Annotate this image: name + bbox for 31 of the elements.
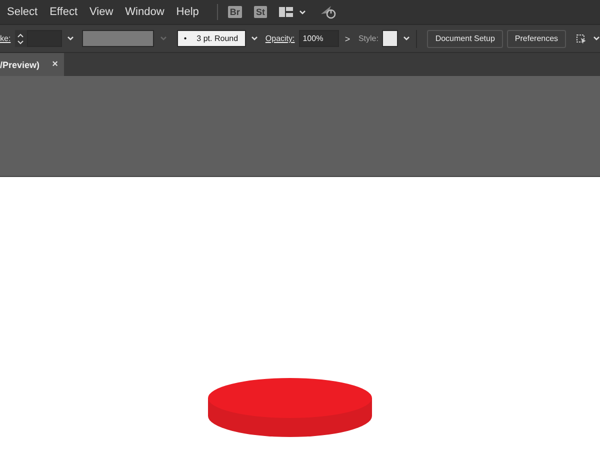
caret-icon: [298, 10, 306, 14]
menu-item[interactable]: View: [90, 6, 114, 18]
transform-icon[interactable]: [574, 32, 587, 44]
menu-item[interactable]: Effect: [50, 6, 78, 18]
menu-item[interactable]: Select: [7, 6, 38, 18]
app-button[interactable]: St: [254, 6, 267, 18]
brush-dropdown[interactable]: • 3 pt. Round: [176, 30, 246, 47]
brush-name: 3 pt. Round: [196, 34, 238, 43]
caret-icon: [402, 36, 410, 41]
app-button[interactable]: Br: [228, 6, 242, 18]
sync-icon[interactable]: [320, 5, 336, 19]
opacity-label[interactable]: Opacity:: [265, 34, 295, 43]
stroke-label[interactable]: ke:: [0, 34, 11, 43]
caret-icon: [160, 36, 168, 41]
toolbar-button[interactable]: Document Setup: [427, 30, 503, 48]
caret-icon: [250, 36, 258, 41]
variable-width-field[interactable]: [82, 30, 154, 47]
document-tab[interactable]: /Preview) ×: [0, 53, 64, 76]
caret-icon: [592, 36, 600, 41]
close-button[interactable]: ×: [52, 59, 58, 70]
opacity-field[interactable]: 100%: [298, 30, 339, 47]
brush-dot: •: [184, 34, 187, 43]
caret-icon: [66, 36, 74, 41]
toolbar-button[interactable]: Preferences: [506, 30, 566, 48]
stepper-control[interactable]: [14, 30, 27, 47]
menu-item[interactable]: Help: [176, 6, 199, 18]
style-swatch[interactable]: [382, 30, 398, 47]
menu-item[interactable]: Window: [125, 6, 164, 18]
workspace-icon[interactable]: [278, 7, 293, 17]
style-label: Style:: [358, 34, 378, 43]
opacity-arrow[interactable]: >: [340, 30, 354, 47]
